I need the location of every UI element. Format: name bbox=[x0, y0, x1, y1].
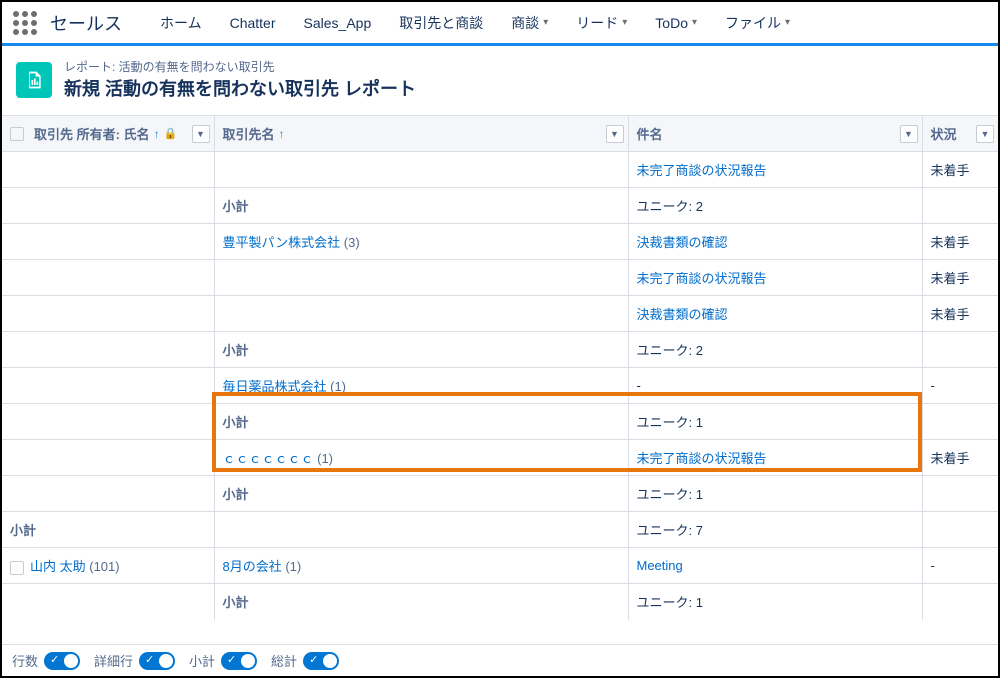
subject-link[interactable]: 未完了商談の状況報告 bbox=[637, 163, 767, 178]
table-row: 決裁書類の確認 未着手 bbox=[2, 296, 998, 332]
nav-item-home[interactable]: ホーム bbox=[146, 1, 216, 45]
nav-item-todo[interactable]: ToDo▾ bbox=[641, 1, 711, 45]
app-name: セールス bbox=[50, 10, 122, 36]
page-subtitle: レポート: 活動の有無を問わない取引先 bbox=[64, 58, 416, 75]
column-filter-icon[interactable]: ▼ bbox=[192, 125, 210, 143]
table-row: 未完了商談の状況報告 未着手 bbox=[2, 152, 998, 188]
column-filter-icon[interactable]: ▼ bbox=[976, 125, 994, 143]
lock-icon: 🔒 bbox=[164, 127, 178, 140]
column-header-owner[interactable]: 取引先 所有者: 氏名 ↑ 🔒 ▼ bbox=[2, 116, 214, 152]
footer-label-rows: 行数 bbox=[12, 651, 38, 670]
column-filter-icon[interactable]: ▼ bbox=[900, 125, 918, 143]
nav-item-files[interactable]: ファイル▾ bbox=[711, 1, 804, 45]
page-header: レポート: 活動の有無を問わない取引先 新規 活動の有無を問わない取引先 レポー… bbox=[2, 46, 998, 115]
report-table: 取引先 所有者: 氏名 ↑ 🔒 ▼ 取引先名 ↑ ▼ 件名 ▼ 状況 ▼ bbox=[2, 115, 998, 620]
footer-label-detail: 詳細行 bbox=[94, 651, 133, 670]
subtotal-row: 小計 ユニーク: 1 bbox=[2, 584, 998, 620]
subject-link[interactable]: Meeting bbox=[637, 558, 683, 573]
table-row: 毎日薬品株式会社 (1) - - bbox=[2, 368, 998, 404]
account-link[interactable]: ｃｃｃｃｃｃｃ bbox=[223, 451, 314, 466]
subject-link[interactable]: 決裁書類の確認 bbox=[637, 235, 728, 250]
subtotal-row: 小計 ユニーク: 2 bbox=[2, 188, 998, 224]
owner-link[interactable]: 山内 太助 bbox=[30, 559, 86, 574]
checkbox[interactable] bbox=[10, 127, 24, 141]
column-filter-icon[interactable]: ▼ bbox=[606, 125, 624, 143]
sort-arrow-up-icon: ↑ bbox=[154, 127, 160, 141]
nav-item-accounts-deals[interactable]: 取引先と商談 bbox=[385, 1, 497, 45]
toggle-rows[interactable]: ✓ bbox=[44, 652, 80, 670]
account-link[interactable]: 毎日薬品株式会社 bbox=[223, 379, 327, 394]
subtotal-row: 小計 ユニーク: 1 bbox=[2, 404, 998, 440]
app-switcher-icon[interactable] bbox=[10, 8, 40, 38]
report-icon bbox=[16, 62, 52, 98]
table-row: 未完了商談の状況報告 未着手 bbox=[2, 260, 998, 296]
table-row: ｃｃｃｃｃｃｃ (1) 未完了商談の状況報告 未着手 bbox=[2, 440, 998, 476]
chevron-down-icon: ▾ bbox=[785, 17, 790, 28]
account-link[interactable]: 8月の会社 bbox=[223, 559, 282, 574]
column-header-account[interactable]: 取引先名 ↑ ▼ bbox=[214, 116, 628, 152]
status-cell: 未着手 bbox=[922, 152, 998, 188]
nav-item-chatter[interactable]: Chatter bbox=[216, 1, 290, 45]
chevron-down-icon: ▾ bbox=[543, 17, 548, 28]
sort-arrow-up-icon: ↑ bbox=[279, 127, 285, 141]
subtotal-row: 小計 ユニーク: 1 bbox=[2, 476, 998, 512]
nav-item-opportunities[interactable]: 商談▾ bbox=[497, 1, 562, 45]
checkbox[interactable] bbox=[10, 561, 24, 575]
top-nav: セールス ホーム Chatter Sales_App 取引先と商談 商談▾ リー… bbox=[2, 2, 998, 46]
table-row: 山内 太助 (101) 8月の会社 (1) Meeting - bbox=[2, 548, 998, 584]
chevron-down-icon: ▾ bbox=[622, 17, 627, 28]
toggle-subtotal[interactable]: ✓ bbox=[221, 652, 257, 670]
report-footer: 行数 ✓ 詳細行 ✓ 小計 ✓ 総計 ✓ bbox=[2, 644, 998, 676]
chevron-down-icon: ▾ bbox=[692, 17, 697, 28]
subject-link[interactable]: 未完了商談の状況報告 bbox=[637, 451, 767, 466]
account-link[interactable]: 豊平製パン株式会社 bbox=[223, 235, 341, 250]
page-title: 新規 活動の有無を問わない取引先 レポート bbox=[64, 75, 416, 101]
subject-link[interactable]: 決裁書類の確認 bbox=[637, 307, 728, 322]
toggle-grandtotal[interactable]: ✓ bbox=[303, 652, 339, 670]
toggle-detail[interactable]: ✓ bbox=[139, 652, 175, 670]
subject-link[interactable]: 未完了商談の状況報告 bbox=[637, 271, 767, 286]
footer-label-grandtotal: 総計 bbox=[271, 651, 297, 670]
group-subtotal-row: 小計 ユニーク: 7 bbox=[2, 512, 998, 548]
column-header-subject[interactable]: 件名 ▼ bbox=[628, 116, 922, 152]
subtotal-row: 小計 ユニーク: 2 bbox=[2, 332, 998, 368]
footer-label-subtotal: 小計 bbox=[189, 651, 215, 670]
table-row: 豊平製パン株式会社 (3) 決裁書類の確認 未着手 bbox=[2, 224, 998, 260]
column-header-status[interactable]: 状況 ▼ bbox=[922, 116, 998, 152]
nav-item-leads[interactable]: リード▾ bbox=[562, 1, 641, 45]
nav-item-sales-app[interactable]: Sales_App bbox=[290, 1, 386, 45]
